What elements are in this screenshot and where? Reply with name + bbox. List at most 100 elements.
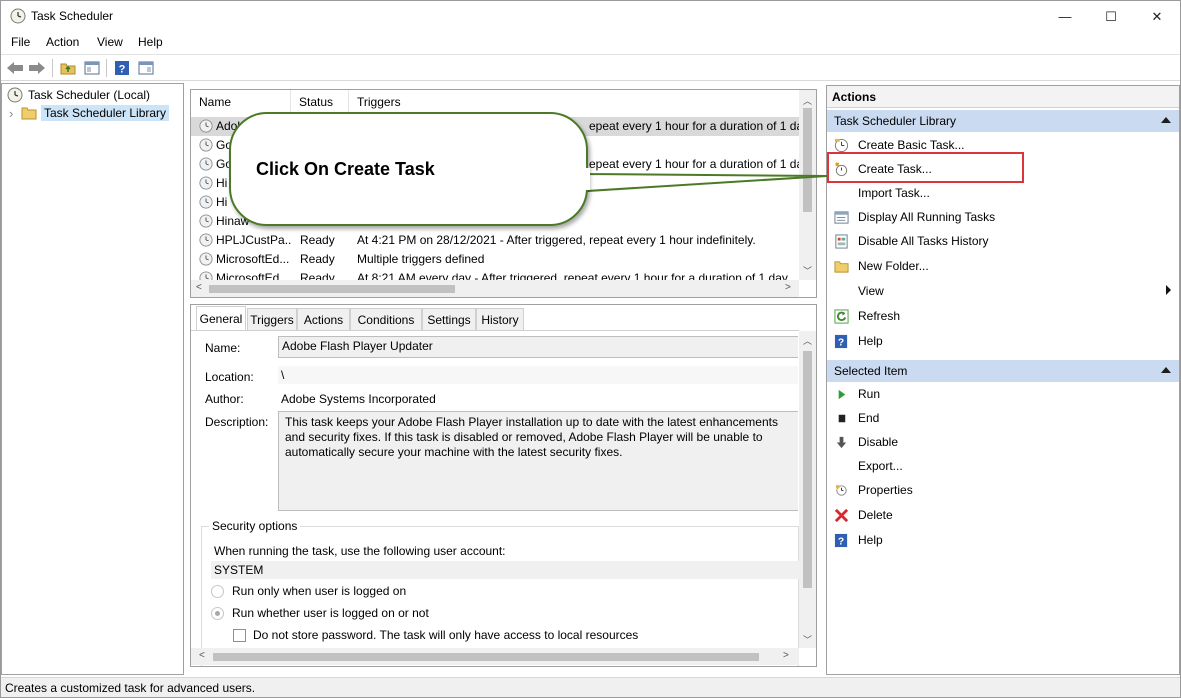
column-header-name[interactable]: Name (191, 90, 291, 114)
action-label: Disable All Tasks History (858, 234, 989, 248)
help-icon: ? (833, 532, 849, 548)
show-hide-action-pane-icon[interactable] (136, 58, 156, 78)
collapse-arrow-icon[interactable] (1161, 117, 1171, 123)
action-refresh[interactable]: Refresh (827, 305, 1179, 327)
scroll-up-icon[interactable]: ︿ (803, 334, 812, 347)
action-label: Properties (858, 483, 913, 497)
task-list-horizontal-scrollbar[interactable]: < > (191, 280, 799, 297)
task-triggers-cell: epeat every 1 hour for a duration of 1 d… (589, 157, 799, 171)
action-display-all-running-tasks[interactable]: Display All Running Tasks (827, 206, 1179, 228)
menu-file[interactable]: File (11, 35, 30, 49)
action-label: Delete (858, 508, 893, 522)
scroll-thumb[interactable] (803, 351, 812, 588)
action-label: Export... (858, 459, 903, 473)
security-options-title: Security options (209, 519, 301, 533)
scroll-thumb[interactable] (213, 653, 759, 661)
radio-run-whether[interactable] (211, 607, 224, 620)
help-icon[interactable]: ? (112, 58, 132, 78)
task-clock-icon (199, 233, 213, 247)
tab-settings[interactable]: Settings (422, 308, 476, 330)
run-icon (833, 386, 849, 402)
tab-history[interactable]: History (476, 308, 524, 330)
callout-joint (584, 168, 590, 190)
action-export[interactable]: Export... (827, 455, 1179, 477)
clock-icon (7, 87, 23, 103)
action-label: Display All Running Tasks (858, 210, 996, 224)
location-value: \ (278, 366, 798, 384)
action-disable-all-tasks-history[interactable]: Disable All Tasks History (827, 230, 1179, 252)
action-new-folder[interactable]: New Folder... (827, 255, 1179, 277)
action-view[interactable]: View (827, 280, 1179, 302)
menu-view[interactable]: View (97, 35, 123, 49)
task-list-vertical-scrollbar[interactable]: ︿ ﹀ (799, 90, 816, 280)
svg-text:?: ? (837, 536, 843, 547)
radio-run-logged-on[interactable] (211, 585, 224, 598)
action-label: New Folder... (858, 259, 929, 273)
help-icon: ? (833, 333, 849, 349)
svg-text:?: ? (837, 337, 843, 348)
toolbar-separator (52, 59, 53, 77)
scroll-up-icon[interactable]: ︿ (803, 94, 812, 107)
security-account-value: SYSTEM (211, 561, 799, 579)
group-task-scheduler-library[interactable]: Task Scheduler Library (827, 110, 1179, 132)
task-name-field[interactable]: Adobe Flash Player Updater (278, 336, 798, 358)
properties-icon (833, 482, 849, 498)
do-not-store-password-label: Do not store password. The task will onl… (253, 628, 639, 642)
action-end[interactable]: End (827, 407, 1179, 429)
action-help[interactable]: ? Help (827, 529, 1179, 551)
folder-icon (833, 258, 849, 274)
action-help[interactable]: ? Help (827, 330, 1179, 352)
action-disable[interactable]: Disable (827, 431, 1179, 453)
up-folder-icon[interactable] (58, 58, 78, 78)
table-row[interactable]: HPLJCustPa... Ready At 4:21 PM on 28/12/20… (191, 231, 799, 250)
scroll-left-icon[interactable]: < (199, 650, 205, 661)
scroll-down-icon[interactable]: ﹀ (803, 264, 812, 277)
action-label: Refresh (858, 309, 901, 323)
action-label: Disable (858, 435, 899, 449)
minimize-button[interactable]: — (1042, 1, 1088, 32)
svg-text:?: ? (119, 64, 126, 76)
details-vertical-scrollbar[interactable]: ︿ ﹀ (799, 331, 816, 648)
forward-arrow-icon[interactable] (27, 58, 47, 78)
group-selected-item[interactable]: Selected Item (827, 360, 1179, 382)
tab-conditions[interactable]: Conditions (350, 308, 422, 330)
collapse-arrow-icon[interactable] (1161, 367, 1171, 373)
action-label: Run (858, 387, 881, 401)
tree-item-library[interactable]: › Task Scheduler Library (9, 104, 170, 122)
close-button[interactable]: ✕ (1134, 1, 1180, 32)
menu-action[interactable]: Action (46, 35, 79, 49)
menu-help[interactable]: Help (138, 35, 163, 49)
action-import-task[interactable]: Import Task... (827, 182, 1179, 204)
scroll-right-icon[interactable]: > (785, 282, 791, 293)
security-account-label: When running the task, use the following… (214, 544, 506, 558)
tab-actions[interactable]: Actions (297, 308, 350, 330)
scroll-thumb[interactable] (209, 285, 455, 293)
description-field[interactable]: This task keeps your Adobe Flash Player … (278, 411, 798, 511)
scroll-left-icon[interactable]: < (196, 282, 202, 293)
show-hide-tree-icon[interactable] (82, 58, 102, 78)
tab-general[interactable]: General (196, 306, 246, 331)
action-delete[interactable]: Delete (827, 504, 1179, 526)
action-run[interactable]: Run (827, 383, 1179, 405)
table-row[interactable]: MicrosoftEd... Ready Multiple triggers def… (191, 250, 799, 269)
details-horizontal-scrollbar[interactable]: < > (191, 648, 799, 665)
location-label: Location: (205, 370, 254, 384)
scroll-right-icon[interactable]: > (783, 650, 789, 661)
column-header-status[interactable]: Status (291, 90, 349, 114)
navigation-tree: Task Scheduler (Local) › Task Scheduler … (1, 83, 184, 675)
back-arrow-icon[interactable] (5, 58, 25, 78)
scroll-thumb[interactable] (803, 108, 812, 212)
action-properties[interactable]: Properties (827, 479, 1179, 501)
end-icon (833, 410, 849, 426)
tree-item-local[interactable]: Task Scheduler (Local) (7, 86, 150, 104)
task-status-cell: Ready (300, 233, 335, 247)
column-header-triggers[interactable]: Triggers (349, 90, 799, 114)
action-label: Import Task... (858, 186, 930, 200)
chevron-right-icon[interactable]: › (9, 106, 21, 121)
scroll-down-icon[interactable]: ﹀ (803, 633, 812, 646)
tab-triggers[interactable]: Triggers (247, 308, 297, 330)
title-bar: Task Scheduler — ☐ ✕ (1, 1, 1180, 32)
do-not-store-password-checkbox[interactable] (233, 629, 246, 642)
window-title: Task Scheduler (31, 9, 114, 23)
maximize-button[interactable]: ☐ (1088, 1, 1134, 32)
